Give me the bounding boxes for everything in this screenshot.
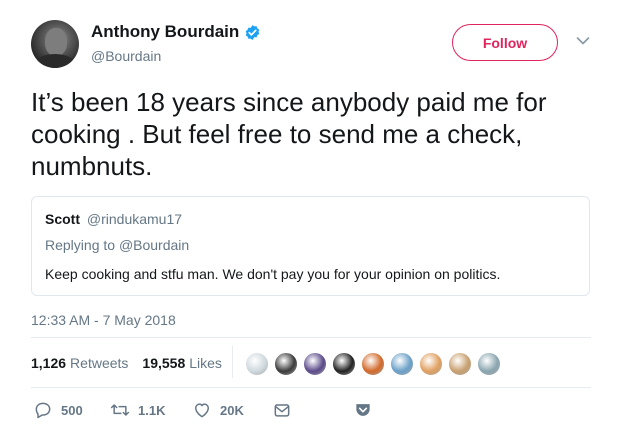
direct-message-action[interactable] [272, 400, 300, 420]
author-avatar[interactable] [31, 20, 79, 68]
liker-avatar[interactable] [390, 352, 414, 376]
liker-avatar[interactable] [332, 352, 356, 376]
pocket-icon [356, 404, 370, 416]
follow-button[interactable]: Follow [452, 24, 558, 61]
divider-bottom [31, 387, 591, 388]
replying-to-prefix: Replying to [45, 237, 116, 253]
avatar-shoulders [35, 54, 75, 68]
likes-count[interactable]: 19,558 [142, 355, 185, 371]
tweet-text: It’s been 18 years since anybody paid me… [31, 87, 547, 181]
verified-badge-icon [246, 24, 260, 40]
liker-avatar[interactable] [303, 352, 327, 376]
envelope-icon [274, 404, 290, 417]
likes-label[interactable]: Likes [189, 355, 222, 371]
tweet-timestamp[interactable]: 12:33 AM - 7 May 2018 [31, 312, 176, 328]
retweet-count: 1.1K [138, 402, 166, 418]
author-handle[interactable]: @Bourdain [91, 48, 161, 64]
quoted-tweet[interactable]: Scott @rindukamu17 Replying to @Bourdain… [31, 196, 590, 296]
quoted-tweet-text: Keep cooking and stfu man. We don't pay … [45, 266, 501, 282]
like-action[interactable]: 20K [192, 400, 244, 420]
stats-separator [232, 346, 233, 378]
liker-avatar[interactable] [274, 352, 298, 376]
chevron-down-icon[interactable] [576, 36, 590, 46]
quoted-author-name: Scott [45, 211, 80, 227]
liker-avatar[interactable] [245, 352, 269, 376]
author-name-row: Anthony Bourdain [91, 22, 261, 42]
tweet-header: Anthony Bourdain @Bourdain Follow [31, 20, 601, 70]
tweet-actions: 500 1.1K 20K [31, 400, 591, 422]
quoted-tweet-header: Scott @rindukamu17 [45, 211, 182, 227]
liker-avatar[interactable] [448, 352, 472, 376]
replying-to-handle[interactable]: @Bourdain [119, 237, 189, 253]
like-count: 20K [220, 402, 244, 418]
heart-icon [195, 403, 209, 418]
reply-icon [35, 402, 51, 419]
divider-top [31, 337, 591, 338]
quoted-author-handle: @rindukamu17 [86, 211, 183, 227]
liker-avatar[interactable] [419, 352, 443, 376]
liker-avatars [245, 352, 506, 376]
reply-count: 500 [61, 402, 83, 418]
retweets-label[interactable]: Retweets [70, 355, 128, 371]
retweet-icon [110, 404, 130, 416]
retweet-action[interactable]: 1.1K [110, 400, 165, 420]
avatar-face [45, 28, 67, 56]
retweets-count[interactable]: 1,126 [31, 355, 66, 371]
author-display-name[interactable]: Anthony Bourdain [91, 22, 239, 42]
liker-avatar[interactable] [361, 352, 385, 376]
quoted-replying-to: Replying to @Bourdain [45, 237, 189, 253]
reply-action[interactable]: 500 [33, 400, 83, 420]
tweet-stats: 1,126 Retweets 19,558 Likes [31, 355, 222, 371]
liker-avatar[interactable] [477, 352, 501, 376]
bookmark-action[interactable] [353, 400, 381, 420]
